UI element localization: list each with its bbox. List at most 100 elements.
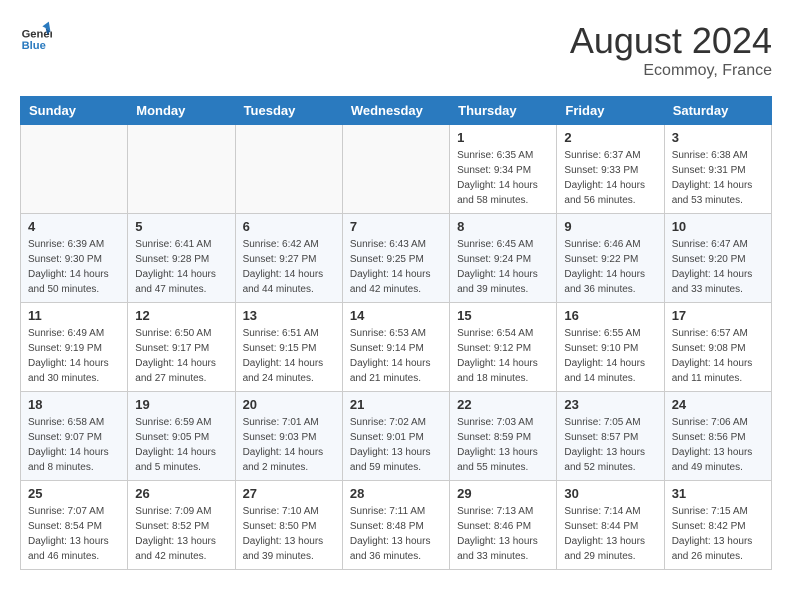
svg-text:Blue: Blue <box>22 40 46 52</box>
day-info: Sunrise: 6:53 AMSunset: 9:14 PMDaylight:… <box>350 326 442 386</box>
calendar-cell: 25 Sunrise: 7:07 AMSunset: 8:54 PMDayligh… <box>21 481 128 570</box>
calendar-cell: 7Sunrise: 6:43 AMSunset: 9:25 PMDaylight… <box>342 214 449 303</box>
calendar-cell: 28Sunrise: 7:11 AMSunset: 8:48 PMDayligh… <box>342 481 449 570</box>
day-info: Sunrise: 6:50 AMSunset: 9:17 PMDaylight:… <box>135 326 227 386</box>
day-number: 21 <box>350 397 442 412</box>
week-row-4: 18Sunrise: 6:58 AMSunset: 9:07 PMDayligh… <box>21 392 772 481</box>
logo: General Blue <box>20 20 52 52</box>
location: Ecommoy, France <box>570 62 772 80</box>
day-info: Sunrise: 7:11 AMSunset: 8:48 PMDaylight:… <box>350 504 442 564</box>
calendar-cell: 9Sunrise: 6:46 AMSunset: 9:22 PMDaylight… <box>557 214 664 303</box>
calendar-cell: 14Sunrise: 6:53 AMSunset: 9:14 PMDayligh… <box>342 303 449 392</box>
day-header-tuesday: Tuesday <box>235 97 342 125</box>
day-number: 24 <box>672 397 764 412</box>
calendar-cell: 21 Sunrise: 7:02 AMSunset: 9:01 PMDayligh… <box>342 392 449 481</box>
calendar-cell: 17 Sunrise: 6:57 AMSunset: 9:08 PMDayligh… <box>664 303 771 392</box>
day-header-monday: Monday <box>128 97 235 125</box>
day-info: Sunrise: 6:46 AMSunset: 9:22 PMDaylight:… <box>564 237 656 297</box>
calendar-cell <box>342 125 449 214</box>
calendar-cell: 26 Sunrise: 7:09 AMSunset: 8:52 PMDayligh… <box>128 481 235 570</box>
week-row-3: 11 Sunrise: 6:49 AMSunset: 9:19 PMDayligh… <box>21 303 772 392</box>
title-block: August 2024 Ecommoy, France <box>570 20 772 80</box>
day-number: 13 <box>243 308 335 323</box>
day-number: 3 <box>672 130 764 145</box>
calendar-cell: 23 Sunrise: 7:05 AMSunset: 8:57 PMDayligh… <box>557 392 664 481</box>
day-info: Sunrise: 6:54 AMSunset: 9:12 PMDaylight:… <box>457 326 549 386</box>
day-info: Sunrise: 6:41 AMSunset: 9:28 PMDaylight:… <box>135 237 227 297</box>
day-number: 5 <box>135 219 227 234</box>
day-number: 22 <box>457 397 549 412</box>
day-info: Sunrise: 6:42 AMSunset: 9:27 PMDaylight:… <box>243 237 335 297</box>
calendar-header-row: SundayMondayTuesdayWednesdayThursdayFrid… <box>21 97 772 125</box>
day-header-saturday: Saturday <box>664 97 771 125</box>
day-header-sunday: Sunday <box>21 97 128 125</box>
day-number: 6 <box>243 219 335 234</box>
calendar-cell: 2 Sunrise: 6:37 AMSunset: 9:33 PMDaylight… <box>557 125 664 214</box>
calendar-cell: 3 Sunrise: 6:38 AMSunset: 9:31 PMDaylight… <box>664 125 771 214</box>
calendar-cell: 5 Sunrise: 6:41 AMSunset: 9:28 PMDaylight… <box>128 214 235 303</box>
day-number: 1 <box>457 130 549 145</box>
day-number: 20 <box>243 397 335 412</box>
day-info: Sunrise: 6:37 AMSunset: 9:33 PMDaylight:… <box>564 148 656 208</box>
day-number: 25 <box>28 486 120 501</box>
calendar-cell: 16 Sunrise: 6:55 AMSunset: 9:10 PMDayligh… <box>557 303 664 392</box>
day-info: Sunrise: 6:38 AMSunset: 9:31 PMDaylight:… <box>672 148 764 208</box>
day-info: Sunrise: 6:47 AMSunset: 9:20 PMDaylight:… <box>672 237 764 297</box>
day-number: 16 <box>564 308 656 323</box>
day-info: Sunrise: 6:55 AMSunset: 9:10 PMDaylight:… <box>564 326 656 386</box>
day-info: Sunrise: 6:57 AMSunset: 9:08 PMDaylight:… <box>672 326 764 386</box>
calendar-cell <box>128 125 235 214</box>
day-info: Sunrise: 6:45 AMSunset: 9:24 PMDaylight:… <box>457 237 549 297</box>
calendar-cell: 29 Sunrise: 7:13 AMSunset: 8:46 PMDayligh… <box>450 481 557 570</box>
day-info: Sunrise: 7:10 AMSunset: 8:50 PMDaylight:… <box>243 504 335 564</box>
calendar-table: SundayMondayTuesdayWednesdayThursdayFrid… <box>20 96 772 570</box>
day-number: 29 <box>457 486 549 501</box>
day-number: 15 <box>457 308 549 323</box>
day-number: 2 <box>564 130 656 145</box>
day-info: Sunrise: 7:09 AMSunset: 8:52 PMDaylight:… <box>135 504 227 564</box>
day-number: 10 <box>672 219 764 234</box>
calendar-cell: 12 Sunrise: 6:50 AMSunset: 9:17 PMDayligh… <box>128 303 235 392</box>
calendar-cell: 31 Sunrise: 7:15 AMSunset: 8:42 PMDayligh… <box>664 481 771 570</box>
logo-icon: General Blue <box>20 20 52 52</box>
day-info: Sunrise: 7:03 AMSunset: 8:59 PMDaylight:… <box>457 415 549 475</box>
day-number: 12 <box>135 308 227 323</box>
day-info: Sunrise: 6:39 AMSunset: 9:30 PMDaylight:… <box>28 237 120 297</box>
day-info: Sunrise: 7:13 AMSunset: 8:46 PMDaylight:… <box>457 504 549 564</box>
day-number: 31 <box>672 486 764 501</box>
day-info: Sunrise: 7:07 AMSunset: 8:54 PMDaylight:… <box>28 504 120 564</box>
page-header: General Blue August 2024 Ecommoy, France <box>20 20 772 80</box>
calendar-cell: 1 Sunrise: 6:35 AMSunset: 9:34 PMDaylight… <box>450 125 557 214</box>
calendar-cell: 20 Sunrise: 7:01 AMSunset: 9:03 PMDayligh… <box>235 392 342 481</box>
day-info: Sunrise: 7:01 AMSunset: 9:03 PMDaylight:… <box>243 415 335 475</box>
day-header-friday: Friday <box>557 97 664 125</box>
week-row-1: 1 Sunrise: 6:35 AMSunset: 9:34 PMDaylight… <box>21 125 772 214</box>
calendar-cell: 6 Sunrise: 6:42 AMSunset: 9:27 PMDaylight… <box>235 214 342 303</box>
calendar-cell: 15 Sunrise: 6:54 AMSunset: 9:12 PMDayligh… <box>450 303 557 392</box>
day-number: 23 <box>564 397 656 412</box>
calendar-cell: 8Sunrise: 6:45 AMSunset: 9:24 PMDaylight… <box>450 214 557 303</box>
day-header-thursday: Thursday <box>450 97 557 125</box>
calendar-cell: 19Sunrise: 6:59 AMSunset: 9:05 PMDayligh… <box>128 392 235 481</box>
day-header-wednesday: Wednesday <box>342 97 449 125</box>
calendar-cell: 22 Sunrise: 7:03 AMSunset: 8:59 PMDayligh… <box>450 392 557 481</box>
day-number: 26 <box>135 486 227 501</box>
day-info: Sunrise: 6:35 AMSunset: 9:34 PMDaylight:… <box>457 148 549 208</box>
day-number: 18 <box>28 397 120 412</box>
week-row-2: 4Sunrise: 6:39 AMSunset: 9:30 PMDaylight… <box>21 214 772 303</box>
day-info: Sunrise: 7:05 AMSunset: 8:57 PMDaylight:… <box>564 415 656 475</box>
calendar-cell: 18Sunrise: 6:58 AMSunset: 9:07 PMDayligh… <box>21 392 128 481</box>
calendar-cell: 27 Sunrise: 7:10 AMSunset: 8:50 PMDayligh… <box>235 481 342 570</box>
day-info: Sunrise: 7:02 AMSunset: 9:01 PMDaylight:… <box>350 415 442 475</box>
day-info: Sunrise: 7:15 AMSunset: 8:42 PMDaylight:… <box>672 504 764 564</box>
day-info: Sunrise: 7:14 AMSunset: 8:44 PMDaylight:… <box>564 504 656 564</box>
day-number: 11 <box>28 308 120 323</box>
day-number: 27 <box>243 486 335 501</box>
day-info: Sunrise: 6:51 AMSunset: 9:15 PMDaylight:… <box>243 326 335 386</box>
calendar-cell: 13 Sunrise: 6:51 AMSunset: 9:15 PMDayligh… <box>235 303 342 392</box>
calendar-cell: 30Sunrise: 7:14 AMSunset: 8:44 PMDayligh… <box>557 481 664 570</box>
day-info: Sunrise: 6:59 AMSunset: 9:05 PMDaylight:… <box>135 415 227 475</box>
day-number: 17 <box>672 308 764 323</box>
day-info: Sunrise: 6:49 AMSunset: 9:19 PMDaylight:… <box>28 326 120 386</box>
month-title: August 2024 <box>570 20 772 62</box>
